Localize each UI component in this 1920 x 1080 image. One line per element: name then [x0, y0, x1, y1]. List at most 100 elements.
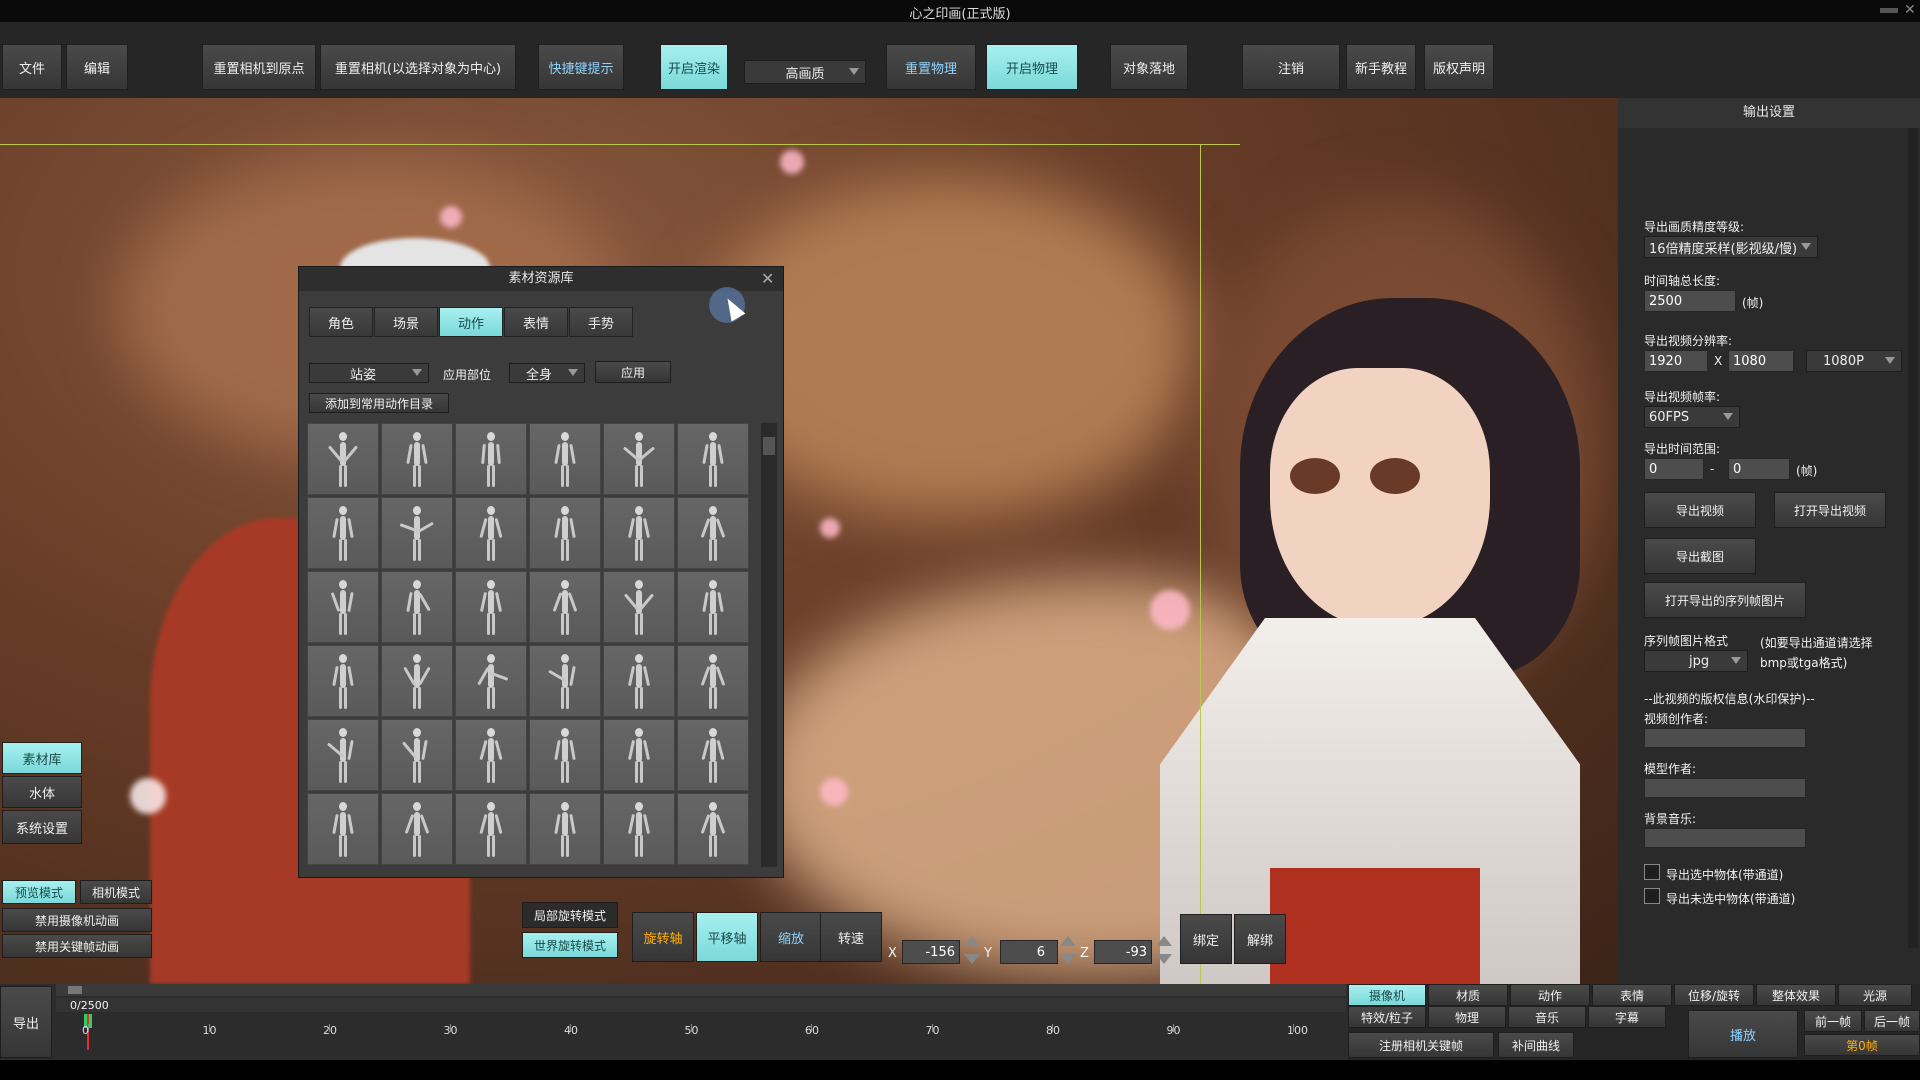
object-ground-button[interactable]: 对象落地: [1110, 44, 1188, 90]
motion-thumbnail[interactable]: [307, 423, 379, 495]
motion-thumbnail[interactable]: [529, 719, 601, 791]
fps-dropdown[interactable]: 60FPS: [1644, 406, 1740, 428]
panel-tab[interactable]: 字幕: [1588, 1006, 1666, 1028]
tab-motion[interactable]: 动作: [439, 307, 503, 337]
reset-camera-origin-button[interactable]: 重置相机到原点: [202, 44, 316, 90]
motion-thumbnail[interactable]: [677, 645, 749, 717]
motion-thumbnail[interactable]: [307, 497, 379, 569]
tutorial-button[interactable]: 新手教程: [1346, 44, 1416, 90]
minimize-icon[interactable]: [1880, 8, 1898, 13]
export-selected-checkbox[interactable]: [1644, 864, 1660, 880]
y-increment-icon[interactable]: [1060, 936, 1076, 946]
resolution-preset-dropdown[interactable]: 1080P: [1806, 350, 1902, 372]
motion-thumbnail[interactable]: [381, 497, 453, 569]
range-start-input[interactable]: 0: [1644, 458, 1704, 480]
y-coordinate-input[interactable]: 6: [1000, 940, 1058, 964]
panel-tab[interactable]: 摄像机: [1348, 984, 1426, 1006]
motion-thumbnail[interactable]: [603, 423, 675, 495]
scene-viewport[interactable]: [0, 98, 1618, 984]
prev-frame-button[interactable]: 前一帧: [1804, 1010, 1862, 1032]
panel-tab[interactable]: 位移/旋转: [1674, 984, 1754, 1006]
motion-thumbnail[interactable]: [381, 423, 453, 495]
motion-thumbnail[interactable]: [381, 793, 453, 865]
motion-thumbnail[interactable]: [381, 645, 453, 717]
model-author-input[interactable]: [1644, 778, 1806, 798]
reset-physics-button[interactable]: 重置物理: [886, 44, 976, 90]
motion-thumbnail[interactable]: [381, 571, 453, 643]
camera-mode-button[interactable]: 相机模式: [80, 880, 152, 904]
panel-tab[interactable]: 材质: [1428, 984, 1508, 1006]
disable-keyframe-anim-button[interactable]: 禁用关键帧动画: [2, 934, 152, 958]
open-sequence-button[interactable]: 打开导出的序列帧图片: [1644, 582, 1806, 618]
timeline-ruler[interactable]: 0 10 20 30 40 50 60 70 80 90 100: [0, 984, 1348, 1060]
motion-thumbnail[interactable]: [381, 719, 453, 791]
range-end-input[interactable]: 0: [1728, 458, 1790, 480]
water-button[interactable]: 水体: [2, 776, 82, 808]
motion-thumbnail[interactable]: [529, 571, 601, 643]
pose-dropdown[interactable]: 站姿: [309, 363, 429, 383]
motion-thumbnail[interactable]: [455, 423, 527, 495]
bind-button[interactable]: 绑定: [1180, 914, 1232, 964]
export-unselected-checkbox[interactable]: [1644, 888, 1660, 904]
scrollbar-thumb[interactable]: [763, 437, 775, 455]
register-camera-key-button[interactable]: 注册相机关键帧: [1348, 1032, 1494, 1058]
next-frame-button[interactable]: 后一帧: [1864, 1010, 1920, 1032]
motion-thumbnail[interactable]: [455, 793, 527, 865]
motion-thumbnail[interactable]: [603, 571, 675, 643]
x-coordinate-input[interactable]: -156: [902, 940, 960, 964]
tab-scene[interactable]: 场景: [374, 307, 438, 337]
z-increment-icon[interactable]: [1156, 936, 1172, 946]
disable-camera-anim-button[interactable]: 禁用摄像机动画: [2, 908, 152, 932]
speed-button[interactable]: 转速: [820, 912, 882, 962]
panel-tab[interactable]: 动作: [1510, 984, 1590, 1006]
panel-tab[interactable]: 光源: [1838, 984, 1912, 1006]
local-rotate-mode-button[interactable]: 局部旋转模式: [522, 902, 618, 928]
panel-scrollbar[interactable]: [1908, 128, 1918, 948]
y-decrement-icon[interactable]: [1060, 954, 1076, 964]
enable-physics-button[interactable]: 开启物理: [986, 44, 1078, 90]
z-coordinate-input[interactable]: -93: [1094, 940, 1152, 964]
play-button[interactable]: 播放: [1688, 1010, 1798, 1058]
panel-tab[interactable]: 物理: [1428, 1006, 1506, 1028]
panel-tab[interactable]: 整体效果: [1756, 984, 1836, 1006]
motion-thumbnail[interactable]: [307, 645, 379, 717]
sequence-format-dropdown[interactable]: jpg: [1644, 650, 1748, 672]
panel-tab[interactable]: 表情: [1592, 984, 1672, 1006]
open-export-video-button[interactable]: 打开导出视频: [1774, 492, 1886, 528]
export-video-button[interactable]: 导出视频: [1644, 492, 1756, 528]
z-decrement-icon[interactable]: [1156, 954, 1172, 964]
move-axis-button[interactable]: 平移轴: [696, 912, 758, 962]
library-scrollbar[interactable]: [761, 423, 777, 867]
enable-render-button[interactable]: 开启渲染: [660, 44, 728, 90]
motion-thumbnail[interactable]: [529, 645, 601, 717]
copyright-button[interactable]: 版权声明: [1424, 44, 1494, 90]
world-rotate-mode-button[interactable]: 世界旋转模式: [522, 932, 618, 958]
motion-thumbnail[interactable]: [455, 645, 527, 717]
motion-thumbnail[interactable]: [529, 793, 601, 865]
logout-button[interactable]: 注销: [1242, 44, 1340, 90]
file-menu-button[interactable]: 文件: [2, 44, 62, 90]
system-settings-button[interactable]: 系统设置: [2, 810, 82, 844]
preview-mode-button[interactable]: 预览模式: [2, 880, 76, 904]
motion-thumbnail[interactable]: [529, 423, 601, 495]
motion-thumbnail[interactable]: [455, 571, 527, 643]
shortcut-hint-button[interactable]: 快捷键提示: [538, 44, 624, 90]
motion-thumbnail[interactable]: [307, 793, 379, 865]
motion-thumbnail[interactable]: [307, 571, 379, 643]
panel-tab[interactable]: 特效/粒子: [1348, 1006, 1426, 1028]
close-icon[interactable]: ✕: [761, 269, 774, 288]
quality-level-dropdown[interactable]: 16倍精度采样(影视级/慢): [1644, 236, 1818, 258]
unbind-button[interactable]: 解绑: [1234, 914, 1286, 964]
panel-tab[interactable]: 音乐: [1508, 1006, 1586, 1028]
motion-thumbnail[interactable]: [677, 719, 749, 791]
motion-thumbnail[interactable]: [603, 497, 675, 569]
motion-thumbnail[interactable]: [677, 423, 749, 495]
video-author-input[interactable]: [1644, 728, 1806, 748]
part-dropdown[interactable]: 全身: [509, 363, 585, 383]
apply-button[interactable]: 应用: [595, 361, 671, 383]
timeline-length-input[interactable]: 2500: [1644, 290, 1736, 312]
material-library-button[interactable]: 素材库: [2, 742, 82, 774]
bgm-input[interactable]: [1644, 828, 1806, 848]
edit-menu-button[interactable]: 编辑: [66, 44, 128, 90]
motion-thumbnail[interactable]: [603, 645, 675, 717]
